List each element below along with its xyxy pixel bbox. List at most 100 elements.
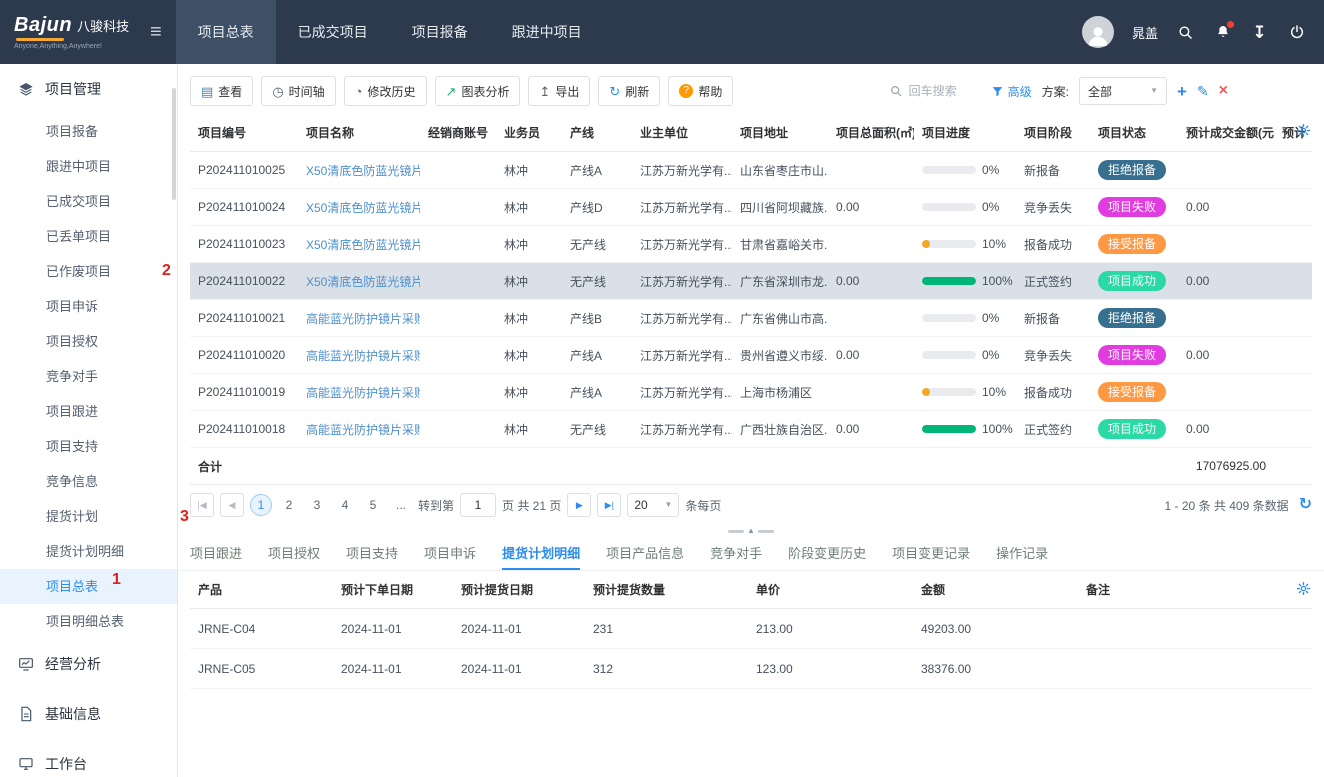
detail-tab[interactable]: 阶段变更历史: [788, 537, 866, 570]
refresh-list-icon[interactable]: ↻: [1299, 497, 1312, 513]
sidebar-item[interactable]: 项目申诉: [0, 289, 177, 324]
project-row[interactable]: P202411010023X50清底色防蓝光镜片...林冲无产线江苏万新光学有.…: [190, 226, 1312, 263]
sidebar-item[interactable]: 项目授权: [0, 324, 177, 359]
goto-page-input[interactable]: [460, 493, 496, 517]
sidebar-item[interactable]: 项目总表: [0, 569, 177, 604]
toolbar-button[interactable]: ↻刷新: [598, 76, 660, 106]
product-line-cell: 无产线: [562, 226, 632, 263]
address-cell: 上海市杨浦区: [732, 374, 828, 411]
toolbar-button[interactable]: ◔修改历史: [344, 76, 427, 106]
history-clock-icon: ◔: [355, 85, 363, 98]
sidebar-item[interactable]: 已作废项目: [0, 254, 177, 289]
nav-tab[interactable]: 跟进中项目: [490, 0, 604, 64]
page-number[interactable]: 3: [306, 494, 328, 516]
download-icon[interactable]: ↧: [1250, 23, 1269, 42]
sidebar-item[interactable]: 提货计划: [0, 499, 177, 534]
delete-scheme-button[interactable]: ×: [1219, 83, 1228, 99]
project-row[interactable]: P202411010018高能蓝光防护镜片采购...林冲无产线江苏万新光学有..…: [190, 411, 1312, 448]
sidebar-item[interactable]: 项目支持: [0, 429, 177, 464]
detail-tab[interactable]: 项目支持: [346, 537, 398, 570]
sidebar-section[interactable]: 基础信息: [0, 689, 177, 739]
splitter-handle[interactable]: ▲: [178, 525, 1324, 537]
search-icon[interactable]: [1176, 23, 1195, 42]
page-size-select[interactable]: 20▼: [627, 493, 679, 517]
detail-tab[interactable]: 项目产品信息: [606, 537, 684, 570]
add-scheme-button[interactable]: +: [1177, 83, 1187, 100]
sidebar-item[interactable]: 跟进中项目: [0, 149, 177, 184]
page-number[interactable]: 4: [334, 494, 356, 516]
detail-tab[interactable]: 竞争对手: [710, 537, 762, 570]
sidebar-item[interactable]: 竞争对手: [0, 359, 177, 394]
area-cell: 0.00: [828, 263, 914, 300]
project-row[interactable]: P202411010019高能蓝光防护镜片采购...林冲产线A江苏万新光学有..…: [190, 374, 1312, 411]
detail-column-header: 预计提货数量: [585, 571, 748, 609]
detail-tab[interactable]: 项目授权: [268, 537, 320, 570]
project-name-link[interactable]: X50清底色防蓝光镜片...: [306, 275, 420, 289]
page-number[interactable]: 5: [362, 494, 384, 516]
sidebar-item[interactable]: 项目跟进: [0, 394, 177, 429]
hamburger-menu-icon[interactable]: ≡: [150, 22, 162, 42]
sidebar-section-label: 基础信息: [45, 704, 101, 724]
edit-scheme-button[interactable]: ✎: [1197, 84, 1209, 98]
toolbar-button[interactable]: ?帮助: [668, 76, 733, 106]
toolbar-button[interactable]: ↗图表分析: [435, 76, 521, 106]
sidebar-item[interactable]: 项目报备: [0, 114, 177, 149]
project-row[interactable]: P202411010022X50清底色防蓝光镜片...林冲无产线江苏万新光学有.…: [190, 263, 1312, 300]
project-code-cell: P202411010018: [190, 411, 298, 448]
sidebar-item[interactable]: 已成交项目: [0, 184, 177, 219]
prev-page-button[interactable]: ◀: [220, 493, 244, 517]
sidebar-item[interactable]: 竞争信息: [0, 464, 177, 499]
page-number[interactable]: 2: [278, 494, 300, 516]
nav-tab[interactable]: 项目总表: [176, 0, 276, 64]
detail-tab[interactable]: 项目申诉: [424, 537, 476, 570]
username[interactable]: 晁盖: [1132, 23, 1158, 42]
project-row[interactable]: P202411010025X50清底色防蓝光镜片...林冲产线A江苏万新光学有.…: [190, 152, 1312, 189]
sidebar-scrollbar[interactable]: [172, 88, 176, 200]
project-name-link[interactable]: X50清底色防蓝光镜片...: [306, 164, 420, 178]
detail-row[interactable]: JRNE-C052024-11-012024-11-01312123.00383…: [190, 649, 1312, 689]
search-box[interactable]: [889, 84, 981, 98]
project-row[interactable]: P202411010021高能蓝光防护镜片采购...林冲产线B江苏万新光学有..…: [190, 300, 1312, 337]
project-row[interactable]: P202411010020高能蓝光防护镜片采购...林冲产线A江苏万新光学有..…: [190, 337, 1312, 374]
project-name-link[interactable]: 高能蓝光防护镜片采购...: [306, 423, 420, 437]
project-name-link[interactable]: 高能蓝光防护镜片采购...: [306, 349, 420, 363]
table-settings-gear-icon[interactable]: [1296, 123, 1312, 139]
detail-column-header: 单价: [748, 571, 913, 609]
sidebar-item[interactable]: 项目明细总表: [0, 604, 177, 639]
toolbar-button[interactable]: ◷时间轴: [261, 76, 335, 106]
power-icon[interactable]: [1287, 23, 1306, 42]
project-row[interactable]: P202411010024X50清底色防蓝光镜片...林冲产线D江苏万新光学有.…: [190, 189, 1312, 226]
expected-delivery-date-cell: 2024-11-01: [453, 649, 585, 689]
avatar[interactable]: [1082, 16, 1114, 48]
scheme-select[interactable]: 全部 ▼: [1079, 77, 1167, 105]
sidebar-item[interactable]: 已丢单项目: [0, 219, 177, 254]
detail-tab[interactable]: 项目跟进: [190, 537, 242, 570]
project-name-link[interactable]: 高能蓝光防护镜片采购...: [306, 312, 420, 326]
detail-row[interactable]: JRNE-C042024-11-012024-11-01231213.00492…: [190, 609, 1312, 649]
detail-tab[interactable]: 提货计划明细: [502, 537, 580, 570]
last-page-button[interactable]: ▶|: [597, 493, 621, 517]
status-badge: 拒绝报备: [1098, 160, 1166, 180]
stage-cell: 报备成功: [1016, 374, 1090, 411]
sidebar-item[interactable]: 提货计划明细: [0, 534, 177, 569]
sidebar-section[interactable]: 经营分析: [0, 639, 177, 689]
notification-bell-icon[interactable]: [1213, 23, 1232, 42]
nav-tab[interactable]: 项目报备: [390, 0, 490, 64]
detail-tab[interactable]: 操作记录: [996, 537, 1048, 570]
toolbar-button[interactable]: ↥导出: [528, 76, 590, 106]
search-input[interactable]: [909, 84, 981, 98]
sidebar-section[interactable]: 项目管理: [0, 64, 177, 114]
page-number[interactable]: 1: [250, 494, 272, 516]
detail-settings-gear-icon[interactable]: [1296, 581, 1312, 597]
advanced-filter-button[interactable]: 高级: [991, 83, 1032, 100]
project-name-link[interactable]: 高能蓝光防护镜片采购...: [306, 386, 420, 400]
nav-tab[interactable]: 已成交项目: [276, 0, 390, 64]
toolbar-button[interactable]: ▤查看: [190, 76, 253, 106]
next-page-button[interactable]: ▶: [567, 493, 591, 517]
project-name-link[interactable]: X50清底色防蓝光镜片...: [306, 238, 420, 252]
first-page-button[interactable]: |◀: [190, 493, 214, 517]
page-number[interactable]: ...: [390, 494, 412, 516]
detail-tab[interactable]: 项目变更记录: [892, 537, 970, 570]
project-name-link[interactable]: X50清底色防蓝光镜片...: [306, 201, 420, 215]
sidebar-section[interactable]: 工作台: [0, 739, 177, 777]
